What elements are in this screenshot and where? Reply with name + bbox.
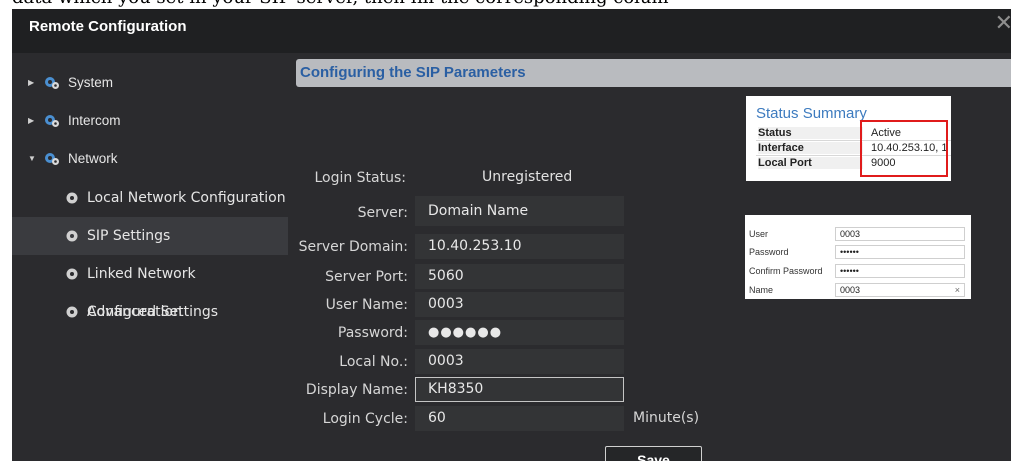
gear-group-icon	[45, 153, 59, 165]
login-status-value: Unregistered	[482, 169, 573, 185]
status-row-key: Local Port	[758, 157, 863, 169]
gear-icon	[66, 192, 78, 204]
title-bar: Remote Configuration ✕	[12, 9, 1011, 45]
name-input[interactable]: 0003 ×	[835, 283, 965, 297]
sidebar-item-system[interactable]: ▶ System	[12, 64, 288, 102]
login-cycle-input[interactable]: 60	[415, 406, 624, 431]
sidebar-item-label: Network	[68, 151, 118, 166]
local-no-label: Local No.:	[339, 354, 408, 370]
server-domain-input[interactable]: 10.40.253.10	[415, 234, 624, 259]
background-document-text: data which you set in your SIP server, t…	[0, 0, 1011, 9]
status-row-key: Status	[758, 127, 863, 139]
highlight-box	[860, 120, 948, 177]
caret-right-icon[interactable]: ▶	[28, 64, 34, 102]
server-label: Server:	[357, 205, 408, 221]
sidebar-item-label: System	[68, 75, 114, 90]
section-header: Configuring the SIP Parameters	[296, 59, 1011, 87]
display-name-input[interactable]: KH8350	[415, 377, 624, 402]
save-button[interactable]: Save	[605, 446, 702, 461]
password-input[interactable]: ●●●●●●	[415, 320, 624, 345]
gear-icon	[66, 306, 78, 318]
sidebar-item-linked-network-configuration[interactable]: Linked Network Configuration	[12, 255, 288, 320]
password-label: Password:	[337, 325, 408, 341]
sidebar-item-local-network-configuration[interactable]: Local Network Configuration	[12, 179, 288, 217]
sidebar-item-network[interactable]: ▼ Network	[12, 140, 288, 178]
login-cycle-label: Login Cycle:	[322, 411, 408, 427]
user-name-input[interactable]: 0003	[415, 292, 624, 317]
sidebar-item-sip-settings[interactable]: SIP Settings	[12, 217, 288, 255]
sidebar: ▶ System ▶ Intercom ▼ Network Local Netw…	[12, 53, 288, 461]
confirm-password-label: Confirm Password	[749, 266, 823, 276]
gear-icon	[66, 230, 78, 242]
sidebar-item-label: Intercom	[68, 113, 121, 128]
sidebar-item-label: Advanced Settings	[87, 304, 219, 320]
section-title: Configuring the SIP Parameters	[300, 64, 526, 81]
sidebar-item-label: Local Network Configuration	[87, 190, 286, 206]
caret-right-icon[interactable]: ▶	[28, 102, 34, 140]
gear-icon	[66, 268, 78, 280]
name-input-value: 0003	[840, 285, 861, 295]
server-port-label: Server Port:	[325, 269, 408, 285]
login-status-label: Login Status:	[314, 170, 406, 186]
server-select[interactable]: Domain Name	[415, 196, 624, 226]
server-domain-label: Server Domain:	[298, 239, 408, 255]
user-form-inset: User 0003 Password •••••• Confirm Passwo…	[745, 215, 971, 299]
confirm-password-input[interactable]: ••••••	[835, 264, 965, 278]
sidebar-item-advanced-settings[interactable]: Advanced Settings	[12, 293, 288, 331]
login-cycle-unit: Minute(s)	[633, 410, 700, 426]
password-label: Password	[749, 247, 789, 257]
user-input[interactable]: 0003	[835, 227, 965, 241]
display-name-label: Display Name:	[305, 382, 408, 398]
user-name-label: User Name:	[325, 297, 408, 313]
caret-down-icon[interactable]: ▼	[28, 140, 36, 178]
user-label: User	[749, 229, 769, 239]
close-icon[interactable]: ✕	[995, 12, 1011, 36]
name-label: Name	[749, 285, 774, 295]
status-row-key: Interface	[758, 142, 863, 154]
sidebar-item-label: SIP Settings	[87, 228, 171, 244]
window-title: Remote Configuration	[29, 18, 187, 35]
local-no-input[interactable]: 0003	[415, 349, 624, 374]
server-port-input[interactable]: 5060	[415, 264, 624, 289]
gear-group-icon	[45, 115, 59, 127]
status-summary-title: Status Summary	[756, 105, 867, 122]
gear-group-icon	[45, 77, 59, 89]
sidebar-item-intercom[interactable]: ▶ Intercom	[12, 102, 288, 140]
password-input[interactable]: ••••••	[835, 245, 965, 259]
clear-icon[interactable]: ×	[955, 284, 960, 296]
